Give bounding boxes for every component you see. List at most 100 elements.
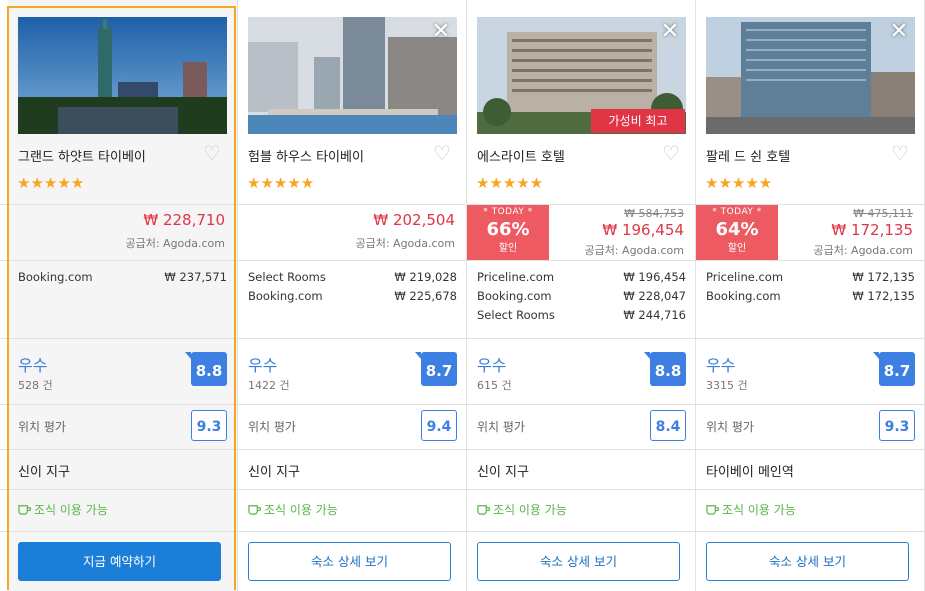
- offer-price: ₩ 237,571: [164, 270, 227, 284]
- today-label: * TODAY *: [483, 207, 533, 217]
- row-divider: [0, 204, 925, 205]
- score-badge: 8.7: [415, 352, 457, 386]
- today-label: * TODAY *: [712, 207, 762, 217]
- offer-price: ₩ 228,047: [623, 289, 686, 303]
- hotel-card-0: 그랜드 하얏트 타이베이 ♡ ★★★★★ ₩ 228,710 공급처: Agod…: [8, 0, 237, 591]
- offer-row[interactable]: Booking.com ₩ 228,047: [477, 289, 686, 308]
- score-badge: 8.7: [873, 352, 915, 386]
- coffee-cup-icon: [18, 505, 31, 515]
- offer-price: ₩ 244,716: [623, 308, 686, 322]
- heart-icon[interactable]: ♡: [662, 143, 682, 163]
- hotel-name[interactable]: 그랜드 하얏트 타이베이: [18, 146, 146, 165]
- location-rating: 위치 평가 9.4: [248, 410, 457, 441]
- offer-row[interactable]: Priceline.com ₩ 172,135: [706, 270, 915, 289]
- offer-site: Booking.com: [477, 289, 552, 303]
- district-label: 타이베이 메인역: [706, 465, 794, 480]
- offer-price: ₩ 225,678: [394, 289, 457, 303]
- heart-icon[interactable]: ♡: [203, 143, 223, 163]
- original-price: ₩ 475,111: [853, 207, 913, 220]
- best-price[interactable]: ₩ 172,135: [831, 221, 913, 239]
- offer-list: Select Rooms ₩ 219,028 Booking.com ₩ 225…: [248, 270, 457, 308]
- rating-block: 우수 528 건 8.8: [18, 352, 227, 393]
- breakfast-info: 조식 이용 가능: [248, 501, 338, 518]
- offer-list: Priceline.com ₩ 172,135 Booking.com ₩ 17…: [706, 270, 915, 308]
- close-icon[interactable]: ✕: [431, 21, 451, 43]
- hotel-comparison-grid: 그랜드 하얏트 타이베이 ♡ ★★★★★ ₩ 228,710 공급처: Agod…: [0, 0, 925, 591]
- today-discount-badge: * TODAY * 66% 할인: [467, 204, 549, 260]
- hotel-card-3: ✕ 팔레 드 쉰 호텔 ♡ ★★★★★ * TODAY * 64% 할인 ₩ 4…: [696, 0, 925, 591]
- district-label: 신이 지구: [248, 465, 300, 480]
- offer-site: Booking.com: [18, 270, 93, 284]
- hotel-photo[interactable]: [248, 17, 457, 134]
- hotel-name[interactable]: 에스라이트 호텔: [477, 146, 565, 165]
- location-score-badge: 9.3: [191, 410, 227, 441]
- today-discount-badge: * TODAY * 64% 할인: [696, 204, 778, 260]
- rating-block: 우수 1422 건 8.7: [248, 352, 457, 393]
- star-rating: ★★★★★: [476, 174, 544, 192]
- star-rating: ★★★★★: [17, 174, 85, 192]
- hotel-name[interactable]: 험블 하우스 타이베이: [248, 146, 364, 165]
- offer-site: Booking.com: [706, 289, 781, 303]
- column-divider: [237, 0, 238, 591]
- rating-block: 우수 615 건 8.8: [477, 352, 686, 393]
- view-details-button[interactable]: 숙소 상세 보기: [477, 542, 680, 581]
- row-divider: [0, 404, 925, 405]
- hotel-name[interactable]: 팔레 드 쉰 호텔: [706, 146, 790, 165]
- offer-site: Select Rooms: [477, 308, 555, 322]
- row-divider: [0, 489, 925, 490]
- offer-row[interactable]: Booking.com ₩ 172,135: [706, 289, 915, 308]
- best-value-badge: 가성비 최고: [591, 109, 685, 133]
- location-rating: 위치 평가 9.3: [706, 410, 915, 441]
- offer-price: ₩ 196,454: [623, 270, 686, 284]
- coffee-cup-icon: [706, 505, 719, 515]
- discount-word: 할인: [727, 243, 747, 254]
- offer-row[interactable]: Booking.com ₩ 237,571: [18, 270, 227, 289]
- breakfast-info: 조식 이용 가능: [477, 501, 567, 518]
- district-label: 신이 지구: [18, 465, 70, 480]
- coffee-cup-icon: [248, 505, 261, 515]
- breakfast-label: 조식 이용 가능: [34, 503, 108, 517]
- supplier-label: 공급처: Agoda.com: [584, 244, 684, 257]
- column-divider: [695, 0, 696, 591]
- star-rating: ★★★★★: [705, 174, 773, 192]
- hotel-card-2: ✕ 가성비 최고 에스라이트 호텔 ♡ ★★★★★ * TODAY * 66% …: [467, 0, 696, 591]
- hotel-photo-image: [248, 17, 457, 134]
- breakfast-label: 조식 이용 가능: [722, 503, 796, 517]
- price-area: * TODAY * 66% 할인 ₩ 584,753 ₩ 196,454 공급처…: [467, 204, 696, 260]
- offer-site: Select Rooms: [248, 270, 326, 284]
- location-score-badge: 9.4: [421, 410, 457, 441]
- close-icon[interactable]: ✕: [660, 21, 680, 43]
- offer-site: Booking.com: [248, 289, 323, 303]
- heart-icon[interactable]: ♡: [433, 143, 453, 163]
- offer-list: Priceline.com ₩ 196,454 Booking.com ₩ 22…: [477, 270, 686, 327]
- rating-block: 우수 3315 건 8.7: [706, 352, 915, 393]
- breakfast-label: 조식 이용 가능: [264, 503, 338, 517]
- row-divider: [0, 338, 925, 339]
- best-price[interactable]: ₩ 228,710: [143, 211, 225, 229]
- breakfast-info: 조식 이용 가능: [706, 501, 796, 518]
- hotel-photo-image: [18, 17, 227, 134]
- best-price[interactable]: ₩ 202,504: [373, 211, 455, 229]
- view-details-button[interactable]: 숙소 상세 보기: [248, 542, 451, 581]
- hotel-photo[interactable]: [18, 17, 227, 134]
- supplier-label: 공급처: Agoda.com: [813, 244, 913, 257]
- offer-row[interactable]: Select Rooms ₩ 219,028: [248, 270, 457, 289]
- offer-row[interactable]: Select Rooms ₩ 244,716: [477, 308, 686, 327]
- coffee-cup-icon: [477, 505, 490, 515]
- price-area: * TODAY * 64% 할인 ₩ 475,111 ₩ 172,135 공급처…: [696, 204, 925, 260]
- hotel-photo[interactable]: [706, 17, 915, 134]
- best-price[interactable]: ₩ 196,454: [602, 221, 684, 239]
- view-details-button[interactable]: 숙소 상세 보기: [706, 542, 909, 581]
- offer-price: ₩ 172,135: [852, 270, 915, 284]
- star-rating: ★★★★★: [247, 174, 315, 192]
- discount-percent: 66%: [486, 219, 530, 240]
- breakfast-label: 조식 이용 가능: [493, 503, 567, 517]
- offer-row[interactable]: Priceline.com ₩ 196,454: [477, 270, 686, 289]
- offer-row[interactable]: Booking.com ₩ 225,678: [248, 289, 457, 308]
- location-score-badge: 9.3: [879, 410, 915, 441]
- heart-icon[interactable]: ♡: [891, 143, 911, 163]
- close-icon[interactable]: ✕: [889, 21, 909, 43]
- discount-percent: 64%: [715, 219, 759, 240]
- book-now-button[interactable]: 지금 예약하기: [18, 542, 221, 581]
- original-price: ₩ 584,753: [624, 207, 684, 220]
